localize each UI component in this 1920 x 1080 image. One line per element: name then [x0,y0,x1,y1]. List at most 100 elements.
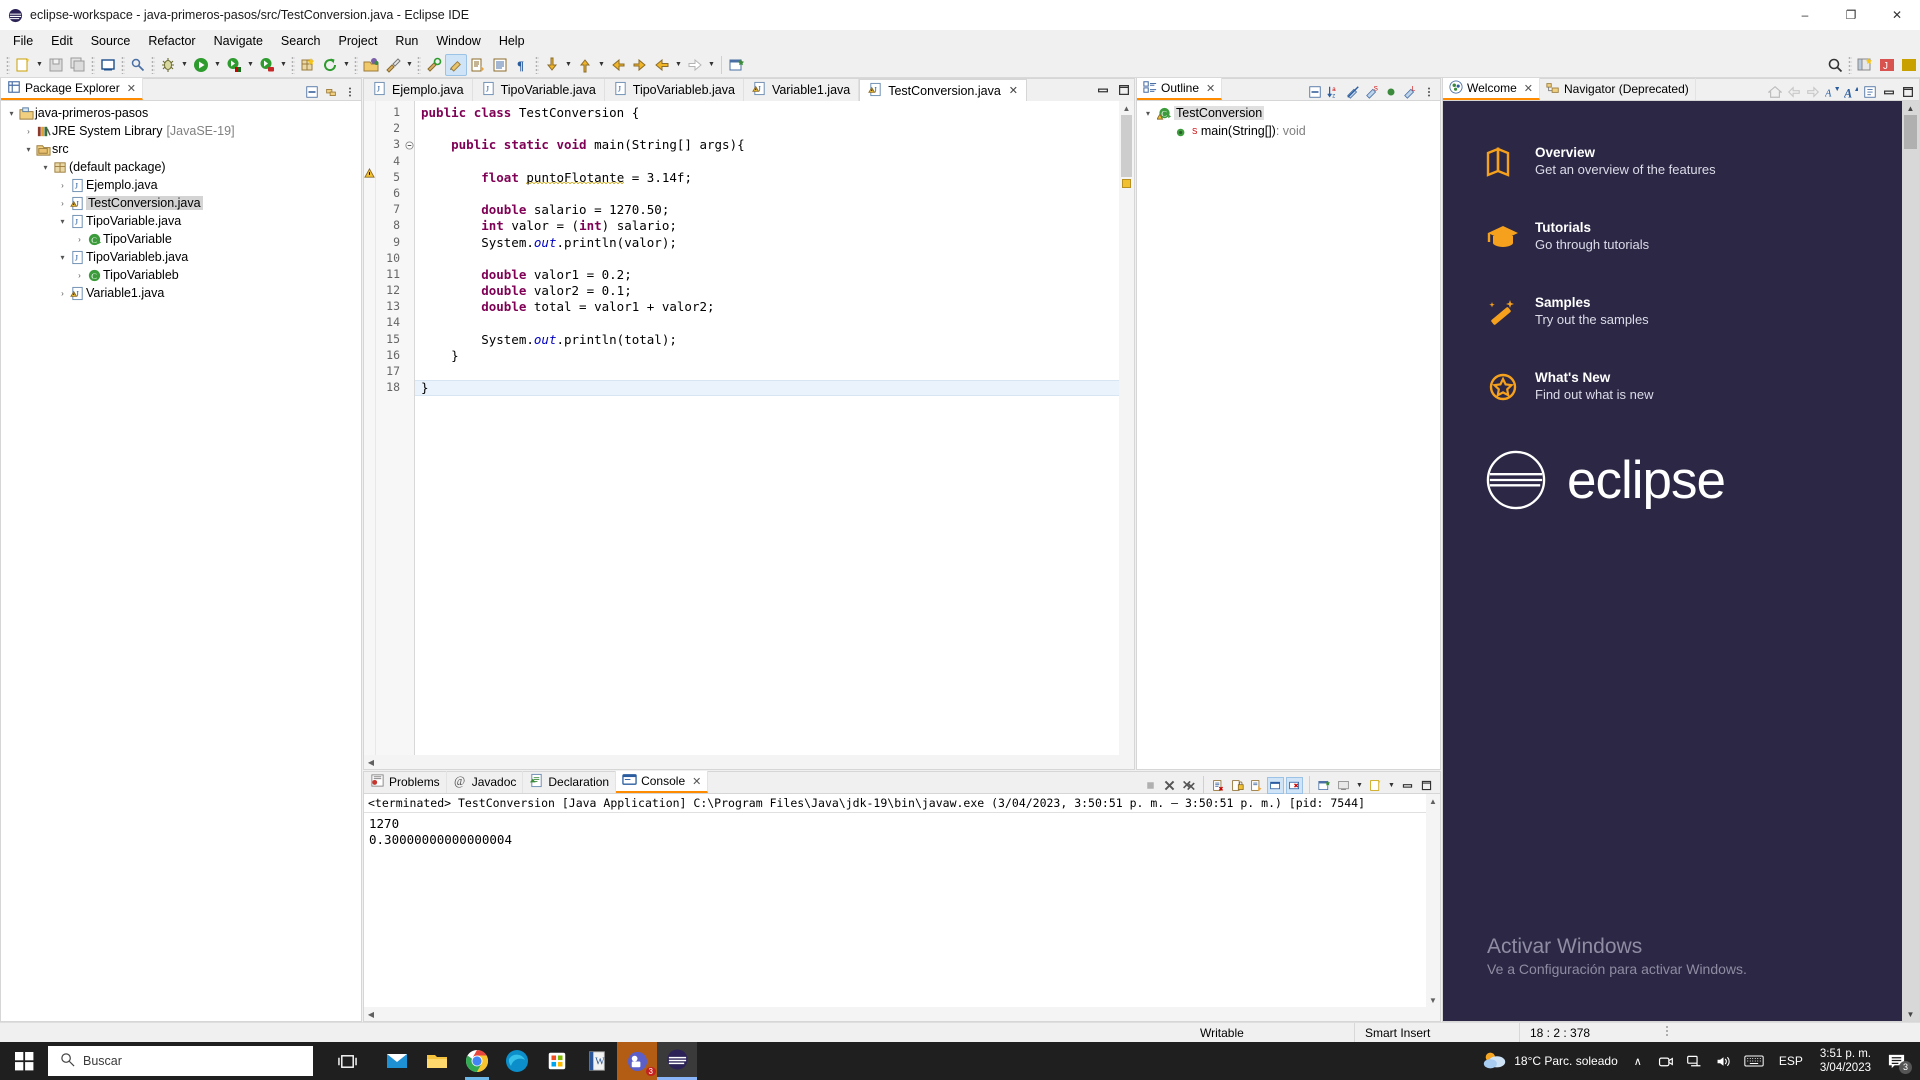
chevron-right-icon[interactable]: › [73,271,86,280]
windows-start-icon[interactable] [0,1042,48,1080]
view-menu-icon[interactable] [341,83,358,100]
menu-navigate[interactable]: Navigate [205,32,272,50]
remove-launch-icon[interactable] [1161,777,1178,794]
console-horizontal-scrollbar[interactable]: ◀ ▶ [364,1007,1426,1021]
scroll-up-icon[interactable]: ▲ [1426,794,1440,808]
editor-vertical-scrollbar[interactable]: ▲ [1119,101,1134,769]
mail-icon[interactable] [377,1042,417,1080]
new-wizard-icon[interactable] [12,54,34,76]
file-explorer-icon[interactable] [417,1042,457,1080]
open-type-icon[interactable] [360,54,382,76]
run-ant-dropdown-icon[interactable]: ▼ [278,54,289,76]
new-wizard-dropdown-icon[interactable]: ▼ [34,54,45,76]
console-output[interactable]: 1270 0.30000000000000004 [364,813,1440,851]
refresh-icon[interactable] [319,54,341,76]
next-annotation-dropdown-icon[interactable]: ▼ [563,54,574,76]
block-selection-icon[interactable] [489,54,511,76]
bottom-tab[interactable]: Console ✕ [616,771,709,793]
close-icon[interactable]: ✕ [692,775,701,788]
microsoft-store-icon[interactable] [537,1042,577,1080]
outline-tree[interactable]: ▾ C TestConversion S main(String[]) : void [1137,101,1440,140]
next-edit-location-icon[interactable] [629,54,651,76]
code-line[interactable]: System.out.println(total); [421,332,1134,348]
code-line[interactable]: public class TestConversion { [421,105,1134,121]
remove-all-launches-icon[interactable] [1180,777,1197,794]
word-icon[interactable]: W [577,1042,617,1080]
open-console-menu-dropdown-icon[interactable]: ▼ [1386,774,1397,796]
external-tools-icon[interactable] [382,54,404,76]
scroll-down-icon[interactable]: ▼ [1902,1007,1919,1021]
bottom-tab[interactable]: Declaration [523,771,617,793]
hide-nonpublic-icon[interactable] [1382,83,1399,100]
scroll-down-icon[interactable]: ▼ [1426,993,1440,1007]
debug-icon[interactable] [157,54,179,76]
maximize-icon[interactable] [1899,83,1916,100]
volume-icon[interactable] [1709,1042,1738,1080]
pin-console-icon[interactable] [1267,776,1284,794]
chevron-down-icon[interactable]: ▾ [1141,109,1155,118]
back-dropdown-icon[interactable]: ▼ [673,54,684,76]
new-console-view-icon[interactable] [1335,777,1352,794]
previous-annotation-dropdown-icon[interactable]: ▼ [596,54,607,76]
debug-dropdown-icon[interactable]: ▼ [179,54,190,76]
welcome-item[interactable]: What's New Find out what is new [1485,370,1919,403]
keyboard-icon[interactable] [1738,1042,1770,1080]
hide-fields-icon[interactable] [1344,83,1361,100]
scroll-thumb[interactable] [1904,115,1917,149]
open-perspective-icon[interactable] [1854,54,1876,76]
chevron-right-icon[interactable]: › [22,127,35,136]
tab-welcome[interactable]: Welcome ✕ [1443,78,1541,100]
editor-tab[interactable]: J Variable1.java [743,79,860,101]
tab-package-explorer[interactable]: Package Explorer ✕ [1,78,143,100]
search-toolbar-icon[interactable] [423,54,445,76]
code-line[interactable] [421,186,1134,202]
chevron-down-icon[interactable]: ▾ [5,109,18,118]
tree-item[interactable]: ▾ src [1,140,361,158]
tree-item[interactable]: › C TipoVariable [1,230,361,248]
source-code[interactable]: public class TestConversion { public sta… [415,101,1134,396]
coverage-dropdown-icon[interactable]: ▼ [245,54,256,76]
editor-tab[interactable]: J TipoVariable.java [472,79,605,101]
welcome-vertical-scrollbar[interactable]: ▲ ▼ [1902,101,1919,1021]
tree-item[interactable]: › J Variable1.java [1,284,361,302]
scroll-left-icon[interactable]: ◀ [364,1007,378,1021]
open-console-menu-icon[interactable] [1367,777,1384,794]
fold-collapse-icon[interactable] [404,137,414,153]
coverage-icon[interactable] [223,54,245,76]
editor-tab[interactable]: J TestConversion.java ✕ [859,79,1028,101]
next-annotation-icon[interactable] [541,54,563,76]
show-whitespace-icon[interactable]: ¶ [511,54,533,76]
editor-tab[interactable]: J Ejemplo.java [364,79,473,101]
tab-navigator[interactable]: Navigator (Deprecated) [1540,78,1696,100]
scroll-up-icon[interactable]: ▲ [1119,101,1134,115]
sort-icon[interactable]: az [1325,83,1342,100]
annotation-ruler[interactable] [364,101,376,769]
external-tools-dropdown-icon[interactable]: ▼ [404,54,415,76]
code-line[interactable]: System.out.println(valor); [421,235,1134,251]
outline-item[interactable]: S main(String[]) : void [1137,122,1440,140]
chevron-down-icon[interactable]: ▾ [56,253,69,262]
java-perspective-icon[interactable]: J [1876,54,1898,76]
code-line[interactable]: public static void main(String[] args){ [421,137,1134,153]
menu-file[interactable]: File [4,32,42,50]
link-with-editor-icon[interactable] [322,83,339,100]
chevron-right-icon[interactable]: › [73,235,86,244]
console-vertical-scrollbar[interactable]: ▲ ▼ [1426,794,1440,1021]
menu-project[interactable]: Project [330,32,387,50]
toolbar-drag-handle[interactable] [6,55,10,74]
maximize-icon[interactable] [1418,777,1435,794]
minimize-icon[interactable] [1880,83,1897,100]
back-icon[interactable] [1785,83,1802,100]
tree-item[interactable]: ▾ J TipoVariableb.java [1,248,361,266]
decrease-font-icon[interactable]: A▼ [1823,83,1840,100]
code-line[interactable]: int valor = (int) salario; [421,218,1134,234]
menu-search[interactable]: Search [272,32,330,50]
hide-static-icon[interactable]: S [1363,83,1380,100]
minimize-icon[interactable] [1399,777,1416,794]
menu-help[interactable]: Help [490,32,534,50]
word-wrap-icon[interactable] [1248,777,1265,794]
tab-outline[interactable]: Outline ✕ [1137,78,1223,100]
forward-icon[interactable] [1804,83,1821,100]
minimize-button[interactable]: – [1782,0,1828,30]
tree-item[interactable]: › J TestConversion.java [1,194,361,212]
